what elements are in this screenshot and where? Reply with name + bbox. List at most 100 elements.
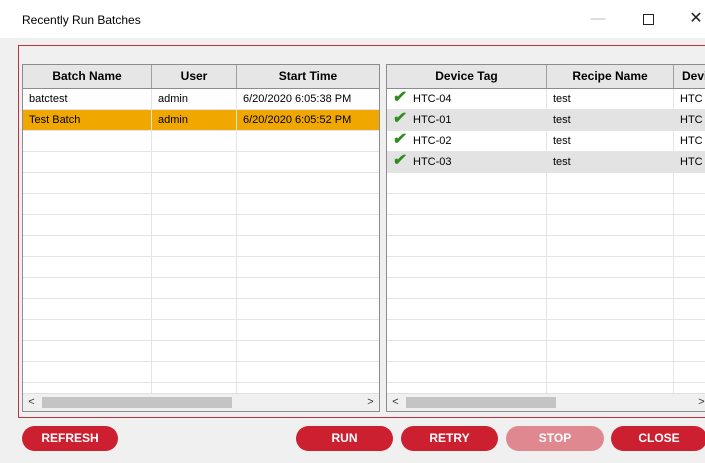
- batches-scroll-thumb[interactable]: [42, 397, 232, 408]
- minimize-button[interactable]: —: [583, 8, 613, 30]
- refresh-button[interactable]: REFRESH: [22, 426, 118, 451]
- column-header-start-time[interactable]: Start Time: [237, 65, 379, 88]
- batch-name-cell: [23, 152, 152, 173]
- empty-row: [23, 257, 379, 278]
- device-tag-cell: [387, 320, 547, 341]
- table-row[interactable]: ✔ HTC-02 test HTC: [387, 131, 705, 152]
- user-cell: [152, 194, 237, 215]
- batches-rows: batctest admin 6/20/2020 6:05:38 PM Test Ba…: [23, 89, 379, 404]
- empty-row: [23, 152, 379, 173]
- batch-name-cell: [23, 257, 152, 278]
- start-time-cell: [237, 173, 379, 194]
- batches-grid[interactable]: Batch Name User Start Time batctest admin…: [22, 64, 380, 412]
- empty-row: [387, 299, 705, 320]
- table-row[interactable]: ✔ HTC-04 test HTC: [387, 89, 705, 110]
- device-cell: [674, 320, 705, 341]
- user-cell: [152, 152, 237, 173]
- recipe-name-cell: test: [547, 110, 674, 131]
- column-header-device[interactable]: Devi: [674, 65, 705, 88]
- recipe-name-cell: [547, 257, 674, 278]
- recipe-name-cell: [547, 215, 674, 236]
- device-tag-cell: [387, 362, 547, 383]
- device-tag-cell: [387, 173, 547, 194]
- column-header-batch-name[interactable]: Batch Name: [23, 65, 152, 88]
- table-row[interactable]: ✔ HTC-03 test HTC: [387, 152, 705, 173]
- window-title: Recently Run Batches: [22, 13, 141, 27]
- device-cell: HTC: [674, 89, 705, 110]
- device-cell: [674, 341, 705, 362]
- recipe-name-cell: test: [547, 152, 674, 173]
- device-tag-cell: ✔ HTC-04: [387, 89, 547, 110]
- start-time-cell: [237, 362, 379, 383]
- column-header-device-tag[interactable]: Device Tag: [387, 65, 547, 88]
- checkmark-icon: ✔: [391, 131, 408, 148]
- retry-button[interactable]: RETRY: [401, 426, 498, 451]
- device-tag-cell: ✔ HTC-01: [387, 110, 547, 131]
- empty-row: [387, 341, 705, 362]
- empty-row: [387, 320, 705, 341]
- batch-name-cell: [23, 341, 152, 362]
- device-tag-cell: [387, 215, 547, 236]
- maximize-button[interactable]: [633, 8, 663, 30]
- empty-row: [387, 215, 705, 236]
- start-time-cell: [237, 131, 379, 152]
- user-cell: admin: [152, 110, 237, 131]
- close-button[interactable]: CLOSE: [611, 426, 705, 451]
- start-time-cell: [237, 215, 379, 236]
- start-time-cell: 6/20/2020 6:05:38 PM: [237, 89, 379, 110]
- device-tag-cell: ✔ HTC-03: [387, 152, 547, 173]
- run-button[interactable]: RUN: [296, 426, 393, 451]
- empty-row: [23, 236, 379, 257]
- start-time-cell: [237, 341, 379, 362]
- device-cell: [674, 236, 705, 257]
- device-cell: [674, 362, 705, 383]
- device-cell: HTC: [674, 152, 705, 173]
- scroll-left-icon[interactable]: <: [387, 394, 404, 411]
- batch-name-cell: Test Batch: [23, 110, 152, 131]
- empty-row: [23, 299, 379, 320]
- close-window-button[interactable]: ✕: [681, 8, 705, 30]
- empty-row: [23, 194, 379, 215]
- device-cell: [674, 194, 705, 215]
- recipe-name-cell: [547, 362, 674, 383]
- start-time-cell: [237, 194, 379, 215]
- start-time-cell: 6/20/2020 6:05:52 PM: [237, 110, 379, 131]
- recipe-name-cell: test: [547, 131, 674, 152]
- column-header-recipe-name[interactable]: Recipe Name: [547, 65, 674, 88]
- devices-scroll-thumb[interactable]: [406, 397, 556, 408]
- batches-horizontal-scrollbar[interactable]: < >: [23, 393, 379, 411]
- stop-button: STOP: [506, 426, 604, 451]
- empty-row: [23, 131, 379, 152]
- table-row[interactable]: ✔ HTC-01 test HTC: [387, 110, 705, 131]
- table-row[interactable]: batctest admin 6/20/2020 6:05:38 PM: [23, 89, 379, 110]
- empty-row: [387, 257, 705, 278]
- device-tag-cell: [387, 257, 547, 278]
- table-row[interactable]: Test Batch admin 6/20/2020 6:05:52 PM: [23, 110, 379, 131]
- scroll-right-icon[interactable]: >: [693, 394, 705, 411]
- scroll-left-icon[interactable]: <: [23, 394, 40, 411]
- start-time-cell: [237, 236, 379, 257]
- batch-name-cell: [23, 278, 152, 299]
- device-tag-cell: [387, 236, 547, 257]
- column-header-user[interactable]: User: [152, 65, 237, 88]
- start-time-cell: [237, 320, 379, 341]
- user-cell: [152, 320, 237, 341]
- user-cell: [152, 299, 237, 320]
- empty-row: [387, 362, 705, 383]
- batch-name-cell: [23, 215, 152, 236]
- devices-grid[interactable]: Device Tag Recipe Name Devi ✔ HTC-04 test H…: [386, 64, 705, 412]
- device-cell: [674, 278, 705, 299]
- batch-name-cell: [23, 362, 152, 383]
- device-tag-cell: [387, 194, 547, 215]
- device-cell: [674, 257, 705, 278]
- scroll-right-icon[interactable]: >: [362, 394, 379, 411]
- devices-horizontal-scrollbar[interactable]: < >: [387, 393, 705, 411]
- batch-name-cell: [23, 194, 152, 215]
- user-cell: [152, 131, 237, 152]
- device-cell: HTC: [674, 131, 705, 152]
- user-cell: [152, 278, 237, 299]
- batch-name-cell: [23, 299, 152, 320]
- checkmark-icon: ✔: [391, 110, 408, 127]
- checkmark-icon: ✔: [391, 152, 408, 169]
- batches-header: Batch Name User Start Time: [23, 65, 379, 89]
